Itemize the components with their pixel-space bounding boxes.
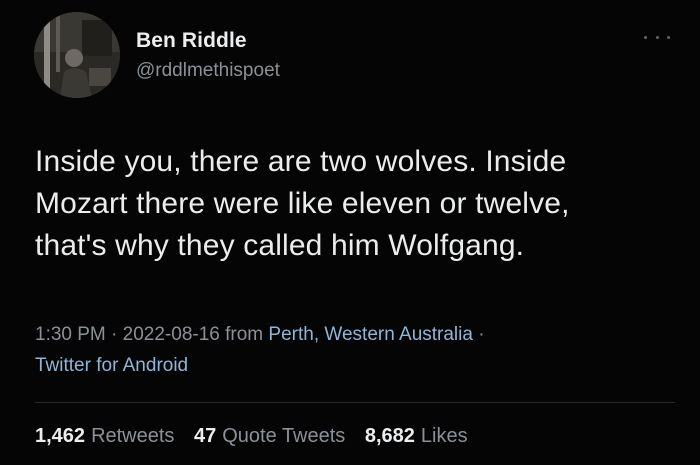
more-options-button[interactable] xyxy=(644,30,670,44)
avatar-image xyxy=(34,12,120,98)
engagement-stats: 1,462 Retweets 47 Quote Tweets 8,682 Likes xyxy=(35,425,482,448)
more-horizontal-icon xyxy=(644,35,647,39)
likes-label: Likes xyxy=(420,425,468,447)
tweet-card: Ben Riddle @rddlmethispoet Inside you, t… xyxy=(0,0,700,465)
retweets-label: Retweets xyxy=(91,425,175,447)
avatar[interactable] xyxy=(34,12,120,98)
meta-separator: · xyxy=(105,324,123,345)
tweet-time[interactable]: 1:30 PM xyxy=(35,324,106,345)
tweet-date[interactable]: 2022-08-16 xyxy=(123,324,220,345)
likes-stat[interactable]: 8,682 Likes xyxy=(365,425,468,447)
more-horizontal-icon xyxy=(667,35,670,39)
retweets-stat[interactable]: 1,462 Retweets xyxy=(35,425,174,447)
display-name[interactable]: Ben Riddle xyxy=(136,29,247,53)
user-handle[interactable]: @rddlmethispoet xyxy=(136,60,280,82)
quote-tweets-label: Quote Tweets xyxy=(222,425,346,447)
quote-tweets-stat[interactable]: 47 Quote Tweets xyxy=(194,425,345,447)
tweet-text: Inside you, there are two wolves. Inside… xyxy=(35,145,570,262)
location-link[interactable]: Perth, Western Australia xyxy=(268,324,473,345)
source-link[interactable]: Twitter for Android xyxy=(35,355,188,376)
more-horizontal-icon xyxy=(655,35,659,39)
retweets-count: 1,462 xyxy=(35,425,86,447)
divider xyxy=(35,402,675,403)
meta-separator: · xyxy=(472,324,485,345)
quote-tweets-count: 47 xyxy=(194,425,217,447)
tweet-meta: 1:30 PM · 2022-08-16 from Perth, Western… xyxy=(35,319,675,381)
likes-count: 8,682 xyxy=(364,425,415,447)
from-label: from xyxy=(219,324,269,345)
